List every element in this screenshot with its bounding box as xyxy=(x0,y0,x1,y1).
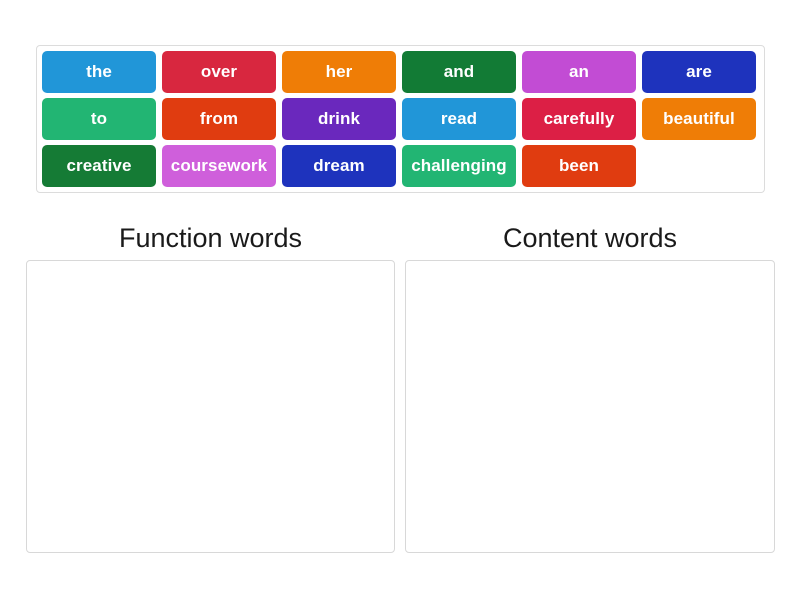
category-heading-function-words: Function words xyxy=(118,223,303,253)
word-tile[interactable]: over xyxy=(162,51,276,93)
word-tile[interactable]: been xyxy=(522,145,636,187)
word-tile[interactable]: are xyxy=(642,51,756,93)
word-bank: the over her and an are to from drink re… xyxy=(36,45,765,193)
word-tile-label: from xyxy=(199,109,239,128)
word-bank-row: creative coursework dream challenging be… xyxy=(42,145,759,187)
word-bank-row: to from drink read carefully beautiful xyxy=(42,98,759,140)
word-tile-label: are xyxy=(686,62,712,81)
word-tile[interactable]: an xyxy=(522,51,636,93)
word-tile[interactable]: drink xyxy=(282,98,396,140)
drop-zone-content-words[interactable] xyxy=(405,260,775,553)
word-tile-label: her xyxy=(325,62,353,81)
word-tile[interactable]: challenging xyxy=(402,145,516,187)
word-tile-label: been xyxy=(558,156,600,175)
word-tile[interactable]: the xyxy=(42,51,156,93)
word-tile-label: dream xyxy=(313,156,365,175)
word-tile-label: over xyxy=(200,62,238,81)
word-tile[interactable]: beautiful xyxy=(642,98,756,140)
word-tile[interactable]: read xyxy=(402,98,516,140)
word-tile[interactable]: creative xyxy=(42,145,156,187)
word-tile-label: beautiful xyxy=(663,109,735,128)
word-tile-label: carefully xyxy=(543,109,615,128)
word-tile-label: and xyxy=(443,62,475,81)
category-heading-content-words: Content words xyxy=(502,223,678,253)
word-tile[interactable]: carefully xyxy=(522,98,636,140)
word-tile-empty-slot xyxy=(642,145,756,187)
word-tile[interactable]: her xyxy=(282,51,396,93)
drop-zone-function-words[interactable] xyxy=(26,260,395,553)
word-tile-label: drink xyxy=(317,109,361,128)
word-tile-label: to xyxy=(90,109,108,128)
word-tile[interactable]: from xyxy=(162,98,276,140)
word-tile-label: the xyxy=(86,62,112,81)
word-tile-label: creative xyxy=(66,156,132,175)
word-bank-row: the over her and an are xyxy=(42,51,759,93)
word-tile-label: coursework xyxy=(170,156,268,175)
word-tile[interactable]: dream xyxy=(282,145,396,187)
word-tile-label: read xyxy=(440,109,478,128)
word-tile-label: an xyxy=(568,62,590,81)
word-tile[interactable]: and xyxy=(402,51,516,93)
word-tile[interactable]: to xyxy=(42,98,156,140)
word-tile[interactable]: coursework xyxy=(162,145,276,187)
word-tile-label: challenging xyxy=(411,156,507,175)
